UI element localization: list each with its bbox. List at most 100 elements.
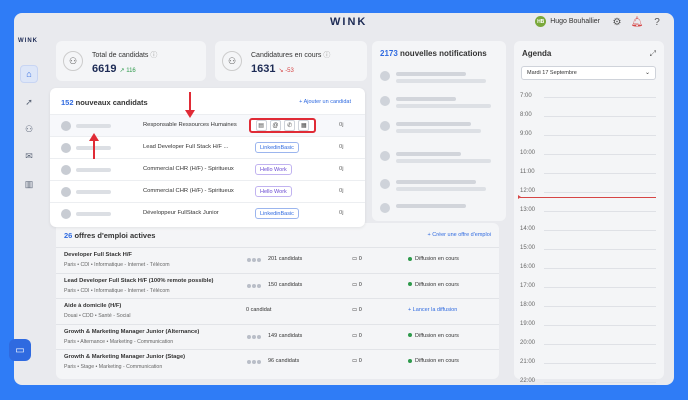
status-dot <box>408 333 412 338</box>
agenda-hour-label: 14:00 <box>520 226 536 232</box>
user-menu[interactable]: HB Hugo Bouhallier <box>535 16 600 27</box>
agenda-hour-line <box>544 325 656 326</box>
sidebar-item-messages[interactable]: ✉ <box>20 147 38 165</box>
agenda-card: Agenda ⤢ Mardi 17 Septembre ⌄ 7:00 8:00 9:… <box>514 41 664 384</box>
create-offer-link[interactable]: + Créer une offre d'emploi <box>428 232 491 238</box>
offer-candidate-count[interactable]: 149 candidats <box>268 333 302 339</box>
offer-row[interactable]: Growth & Marketing Manager Junior (Stage… <box>56 349 499 374</box>
offer-messages[interactable]: ▭ 0 <box>352 256 362 262</box>
agenda-hour-line <box>544 173 656 174</box>
source-badge: LinkedinBasic <box>255 208 299 219</box>
offer-row[interactable]: Developer Full Stack H/F Paris • CDI • In… <box>56 247 499 272</box>
status-dot <box>408 358 412 363</box>
arrow-up-icon <box>89 133 99 159</box>
at-icon[interactable]: @ <box>269 120 281 131</box>
sidebar-item-stats[interactable]: ▥ <box>20 175 38 193</box>
agenda-hour-label: 13:00 <box>520 207 536 213</box>
candidate-name[interactable] <box>76 212 111 216</box>
candidate-row[interactable]: Développeur FullStack Junior 0j LinkedinBa… <box>50 202 365 224</box>
agenda-hour-line <box>544 135 656 136</box>
agenda-hour-label: 18:00 <box>520 302 536 308</box>
stat-delta: ↘ -53 <box>278 68 294 74</box>
offer-title[interactable]: Lead Developer Full Stack H/F (100% remo… <box>64 278 213 284</box>
message-icon: ▭ <box>352 281 359 288</box>
candidate-avatars <box>246 333 264 340</box>
agenda-hour-line <box>544 116 656 117</box>
candidate-job: Commercial CHR (H/F) - Spiritueux <box>143 166 234 172</box>
agenda-hour-label: 12:00 <box>520 188 536 194</box>
offer-row[interactable]: Lead Developer Full Stack H/F (100% remo… <box>56 272 499 298</box>
phone-icon[interactable]: ✆ <box>284 120 296 131</box>
offer-title[interactable]: Developer Full Stack H/F <box>64 252 132 258</box>
add-candidate-link[interactable]: + Ajouter un candidat <box>299 99 351 105</box>
candidate-age: 0j <box>339 210 344 216</box>
stat-delta: ↗ 116 <box>119 68 136 74</box>
chat-icon[interactable]: ▭ <box>9 339 31 361</box>
offer-messages[interactable]: ▭ 0 <box>352 282 362 288</box>
expand-icon[interactable]: ⤢ <box>650 49 656 59</box>
date-select[interactable]: Mardi 17 Septembre ⌄ <box>521 66 656 80</box>
agenda-hour-line <box>544 306 656 307</box>
candidate-avatars <box>246 359 264 365</box>
offer-candidate-count[interactable]: 201 candidats <box>268 256 302 262</box>
candidate-row[interactable]: Commercial CHR (H/F) - Spiritueux 0j Hello… <box>50 158 365 180</box>
offer-status: Diffusion en cours <box>408 256 459 262</box>
candidate-row[interactable]: Commercial CHR (H/F) - Spiritueux 0j Hello… <box>50 180 365 202</box>
offers-card: 26 offres d'emploi actives + Créer une o… <box>56 223 499 379</box>
notifications-title: 2173 nouvelles notifications <box>380 49 487 58</box>
top-bar: WINK HB Hugo Bouhallier ⚙ 🔔︎ ? <box>14 13 674 33</box>
candidate-job: Responsable Ressources Humaines <box>143 122 237 128</box>
sidebar-logo[interactable]: WINK <box>18 38 38 44</box>
help-icon[interactable]: ? <box>651 16 663 28</box>
calendar-icon[interactable]: ▦ <box>298 120 310 131</box>
agenda-hour-label: 20:00 <box>520 340 536 346</box>
offer-title[interactable]: Aide à domicile (H/F) <box>64 303 121 309</box>
bell-icon[interactable]: 🔔︎ <box>631 16 644 28</box>
sidebar-item-home[interactable]: ⌂ <box>20 65 38 83</box>
document-icon[interactable]: ▤ <box>255 120 267 131</box>
gear-icon[interactable]: ⚙ <box>611 16 623 28</box>
candidate-name[interactable] <box>76 124 111 128</box>
offer-status: Diffusion en cours <box>408 333 459 339</box>
agenda-hour-line <box>544 249 656 250</box>
user-check-icon: ⚇ <box>222 51 242 71</box>
current-time-line <box>520 197 656 198</box>
offer-candidate-count[interactable]: 96 candidats <box>268 358 299 364</box>
avatar: HB <box>535 16 547 27</box>
candidate-name[interactable] <box>76 190 111 194</box>
avatar <box>61 121 71 131</box>
mail-icon: ✉ <box>25 150 33 161</box>
avatar <box>61 143 71 153</box>
stat-value: 1631 ↘ -53 <box>251 63 294 75</box>
brand-logo[interactable]: WINK <box>330 16 367 28</box>
candidate-age: 0j <box>339 188 344 194</box>
candidate-actions: ▤ @ ✆ ▦ <box>249 118 316 133</box>
sidebar-item-offers[interactable]: ➚ <box>20 93 38 111</box>
sidebar-item-candidates[interactable]: ⚇ <box>20 120 38 138</box>
source-badge: Hello Work <box>255 186 292 197</box>
agenda-hour-label: 7:00 <box>520 93 532 99</box>
offer-meta: Paris • Alternance • Marketing - Communi… <box>64 338 174 345</box>
stat-value: 6619 ↗ 116 <box>92 63 136 75</box>
offer-candidate-count[interactable]: 150 candidats <box>268 282 302 288</box>
offer-row[interactable]: Growth & Marketing Manager Junior (Alter… <box>56 323 499 349</box>
offer-title[interactable]: Growth & Marketing Manager Junior (Stage… <box>64 354 185 360</box>
users-icon: ⚇ <box>63 51 83 71</box>
offer-messages[interactable]: ▭ 0 <box>352 307 362 313</box>
offer-messages[interactable]: ▭ 0 <box>352 333 362 339</box>
candidate-avatars <box>246 282 264 289</box>
candidate-name[interactable] <box>76 168 111 172</box>
source-badge: LinkedinBasic <box>255 142 299 153</box>
offer-status: Diffusion en cours <box>408 282 459 288</box>
agenda-hour-line <box>544 97 656 98</box>
offer-messages[interactable]: ▭ 0 <box>352 358 362 364</box>
message-icon: ▭ <box>352 307 359 313</box>
launch-diffusion-link[interactable]: + Lancer la diffusion <box>408 307 457 313</box>
candidate-avatars <box>246 257 264 263</box>
arrow-down-icon <box>185 92 195 118</box>
offer-candidate-count[interactable]: 0 candidat <box>246 307 271 313</box>
notifications-card: 2173 nouvelles notifications <box>372 41 506 221</box>
offer-title[interactable]: Growth & Marketing Manager Junior (Alter… <box>64 329 199 335</box>
offers-title: 26 offres d'emploi actives <box>64 231 156 240</box>
offer-row[interactable]: Aide à domicile (H/F) Douai • CDD • Santé… <box>56 298 499 323</box>
